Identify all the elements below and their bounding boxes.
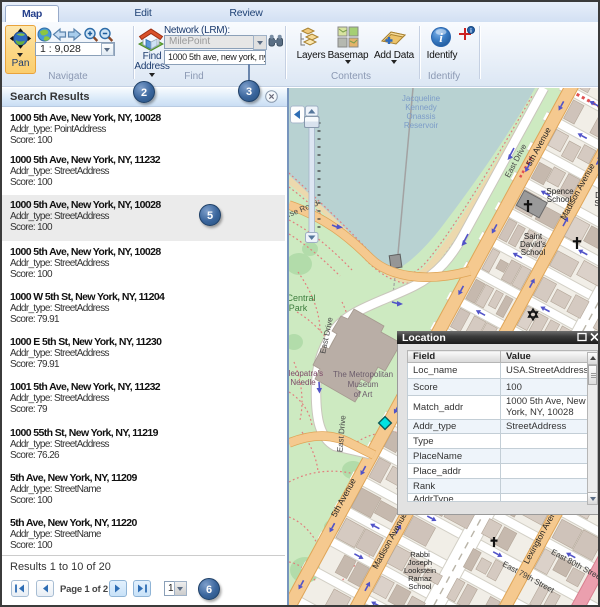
svg-text:of Art: of Art: [354, 390, 373, 399]
svg-text:Park: Park: [289, 303, 308, 313]
svg-text:Central: Central: [289, 293, 316, 303]
svg-text:Sc: Sc: [594, 199, 600, 208]
svg-text:Cleopatra's: Cleopatra's: [289, 369, 323, 378]
svg-text:Onassis: Onassis: [407, 112, 436, 121]
svg-text:Needle: Needle: [290, 378, 316, 387]
svg-text:Museum: Museum: [348, 380, 379, 389]
svg-text:i: i: [439, 30, 443, 45]
svg-text:School: School: [521, 248, 546, 257]
svg-text:School: School: [409, 582, 432, 591]
svg-text:The Metropolitan: The Metropolitan: [333, 370, 393, 379]
svg-text:Jacqueline: Jacqueline: [402, 94, 441, 103]
svg-text:Reservoir: Reservoir: [404, 121, 439, 130]
svg-text:Kennedy: Kennedy: [405, 103, 437, 112]
